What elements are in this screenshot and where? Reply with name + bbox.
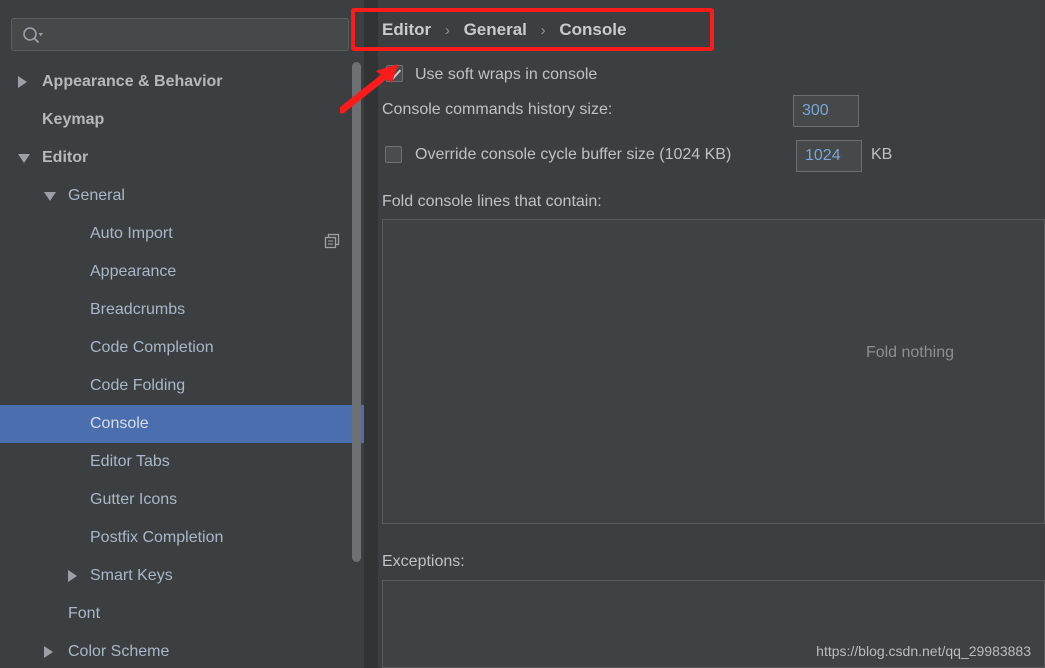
breadcrumb-part-console[interactable]: Console [559, 20, 626, 39]
sidebar-item-editor-tabs[interactable]: Editor Tabs [0, 443, 364, 481]
sidebar-item-label: Keymap [42, 111, 105, 128]
chevron-right-icon[interactable] [18, 76, 27, 88]
sidebar-item-label: Font [68, 605, 101, 622]
sidebar-item-gutter-icons[interactable]: Gutter Icons [0, 481, 364, 519]
watermark-text: https://blog.csdn.net/qq_29983883 [816, 643, 1031, 659]
fold-console-lines-table[interactable]: Fold nothing [382, 219, 1045, 524]
sidebar-item-label: Appearance & Behavior [42, 73, 223, 90]
sidebar-item-label: Postfix Completion [90, 529, 224, 546]
sidebar-item-code-completion[interactable]: Code Completion [0, 329, 364, 367]
settings-dialog: Appearance & Behavior Keymap Editor General… [0, 0, 1045, 668]
sidebar-item-label: Console [90, 415, 149, 432]
sidebar-item-label: Color Scheme [68, 643, 170, 660]
breadcrumb-separator-icon: › [444, 22, 450, 39]
sidebar-item-label: Breadcrumbs [90, 301, 186, 318]
use-soft-wraps-label[interactable]: Use soft wraps in console [415, 66, 597, 84]
use-soft-wraps-checkbox[interactable] [386, 65, 403, 82]
copy-icon[interactable] [324, 226, 340, 249]
settings-tree[interactable]: Appearance & Behavior Keymap Editor General… [0, 63, 364, 668]
sidebar-item-breadcrumbs[interactable]: Breadcrumbs [0, 291, 364, 329]
sidebar-item-label: Smart Keys [90, 567, 173, 584]
search-icon [23, 27, 43, 43]
breadcrumb-separator-icon: › [540, 22, 546, 39]
sidebar-item-label: Gutter Icons [90, 491, 178, 508]
sidebar-item-keymap[interactable]: Keymap [0, 101, 364, 139]
sidebar-item-label: Code Folding [90, 377, 186, 394]
sidebar-item-color-scheme[interactable]: Color Scheme [0, 633, 364, 668]
search-input[interactable] [50, 19, 346, 52]
sidebar-item-postfix-completion[interactable]: Postfix Completion [0, 519, 364, 557]
override-cycle-buffer-input[interactable] [796, 140, 862, 172]
sidebar-item-smart-keys[interactable]: Smart Keys [0, 557, 364, 595]
settings-content-panel: Editor › General › Console Use soft wrap… [378, 0, 1045, 668]
sidebar-item-label: Editor [42, 149, 89, 166]
sidebar-item-font[interactable]: Font [0, 595, 364, 633]
sidebar-item-auto-import[interactable]: Auto Import [0, 215, 364, 253]
sidebar-item-appearance[interactable]: Appearance [0, 253, 364, 291]
sidebar-item-label: Appearance [90, 263, 177, 280]
chevron-right-icon[interactable] [44, 646, 53, 658]
breadcrumb-part-editor[interactable]: Editor [382, 20, 431, 39]
breadcrumb: Editor › General › Console [382, 18, 626, 42]
sidebar-item-label: Code Completion [90, 339, 214, 356]
sidebar-item-editor[interactable]: Editor [0, 139, 364, 177]
sidebar-item-code-folding[interactable]: Code Folding [0, 367, 364, 405]
cycle-buffer-unit-label: KB [871, 146, 893, 163]
console-history-size-label: Console commands history size: [382, 101, 613, 118]
chevron-right-icon[interactable] [68, 570, 77, 582]
breadcrumb-part-general[interactable]: General [464, 20, 527, 39]
sidebar-item-label: General [68, 187, 125, 204]
panel-divider[interactable] [364, 0, 378, 668]
settings-sidebar: Appearance & Behavior Keymap Editor General… [0, 0, 364, 668]
chevron-down-icon[interactable] [18, 154, 30, 163]
search-box[interactable] [11, 18, 349, 52]
sidebar-scrollbar-thumb[interactable] [352, 62, 361, 562]
console-history-size-input[interactable] [793, 95, 859, 127]
sidebar-item-label: Editor Tabs [90, 453, 170, 470]
sidebar-item-console[interactable]: Console [0, 405, 364, 443]
exceptions-label: Exceptions: [382, 553, 465, 570]
sidebar-item-label: Auto Import [90, 225, 173, 242]
override-cycle-buffer-label[interactable]: Override console cycle buffer size (1024… [415, 146, 731, 164]
fold-nothing-placeholder: Fold nothing [865, 344, 954, 361]
sidebar-item-general[interactable]: General [0, 177, 364, 215]
sidebar-item-appearance-behavior[interactable]: Appearance & Behavior [0, 63, 364, 101]
override-cycle-buffer-checkbox[interactable] [385, 146, 402, 163]
chevron-down-icon[interactable] [44, 192, 56, 201]
fold-console-lines-label: Fold console lines that contain: [382, 193, 602, 210]
